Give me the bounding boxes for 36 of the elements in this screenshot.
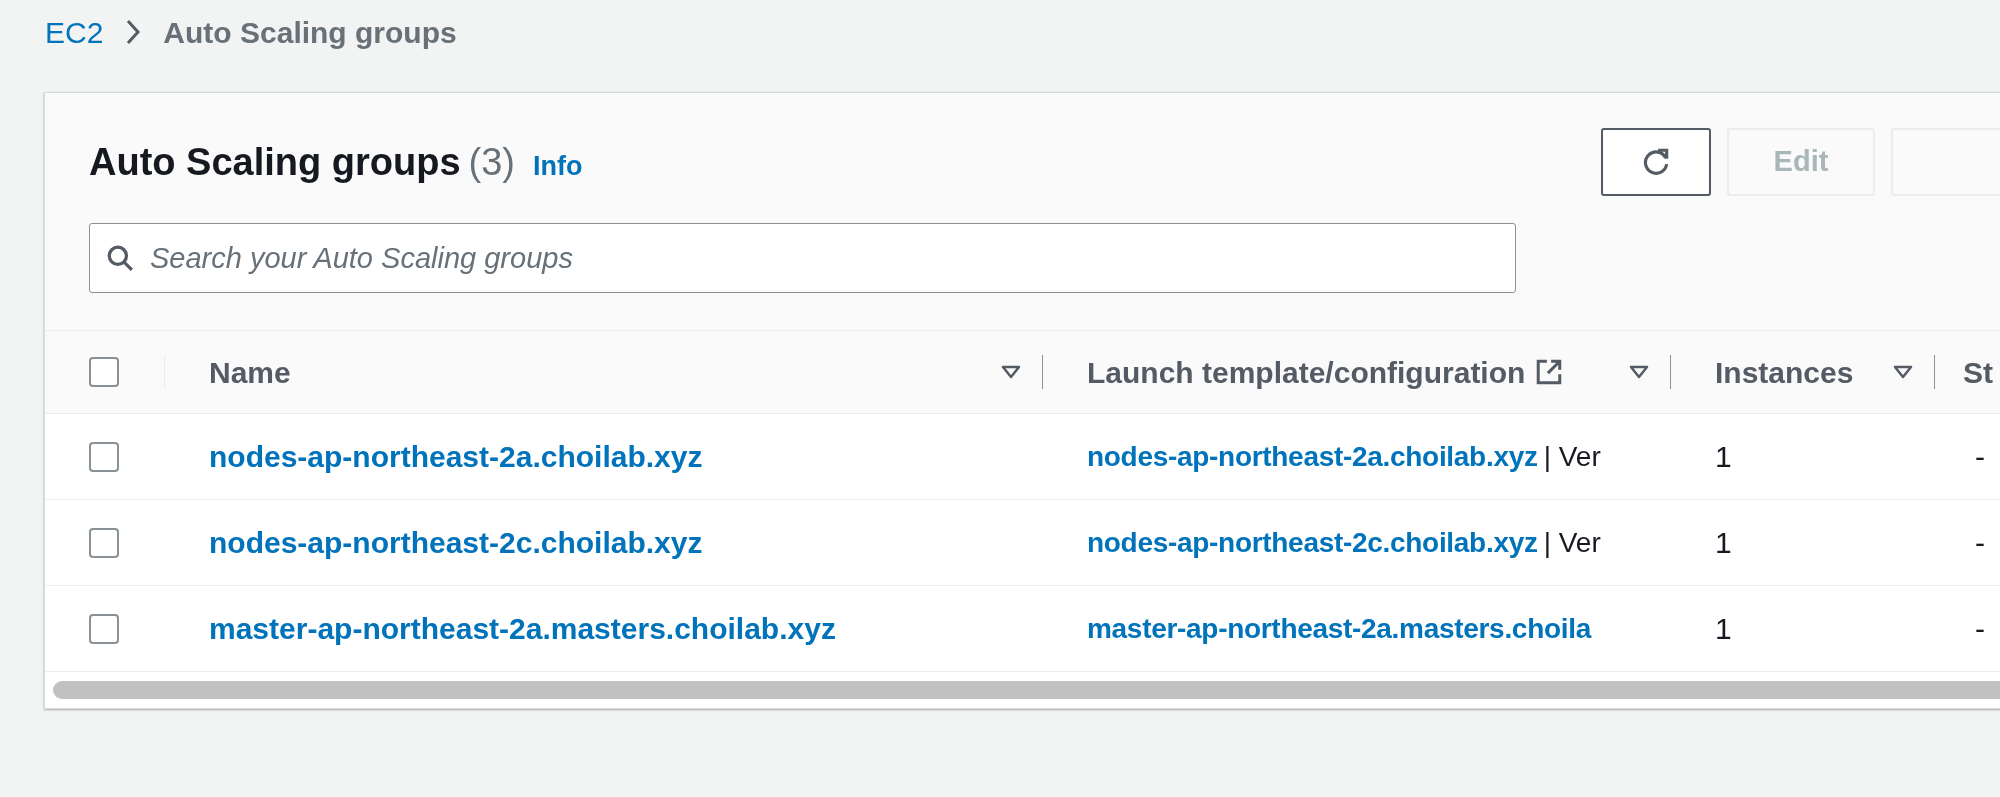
search-icon (106, 244, 134, 272)
table-cell: - (1975, 612, 1985, 645)
table-cell: - (1975, 440, 1985, 473)
checkbox[interactable] (89, 613, 119, 644)
checkbox[interactable] (89, 357, 119, 387)
breadcrumb-current: Auto Scaling groups (163, 14, 457, 51)
column-header[interactable]: Name (209, 349, 291, 395)
external-link-icon (1535, 358, 1564, 386)
horizontal-scrollbar[interactable] (53, 681, 2000, 699)
checkbox[interactable] (89, 527, 119, 558)
instances-count: 1 (1715, 440, 1732, 473)
group-name-link[interactable]: nodes-ap-northeast-2c.choilab.xyz (209, 526, 703, 559)
group-name-link[interactable]: nodes-ap-northeast-2a.choilab.xyz (209, 440, 703, 473)
info-link[interactable]: Info (533, 145, 583, 186)
sort-triangle-icon[interactable] (1892, 364, 1914, 380)
table-cell: - (1975, 526, 1985, 559)
column-header[interactable]: St (1963, 349, 1993, 395)
sort-triangle-icon[interactable] (1000, 364, 1022, 380)
checkbox[interactable] (89, 441, 119, 472)
launch-template-link[interactable]: nodes-ap-northeast-2a.choilab.xyz (1087, 435, 1538, 478)
refresh-button[interactable] (1601, 128, 1711, 196)
instances-count: 1 (1715, 612, 1732, 645)
instances-count: 1 (1715, 526, 1732, 559)
breadcrumb-link[interactable]: EC2 (45, 9, 104, 55)
version-text: | Ver (1543, 525, 1601, 560)
column-header[interactable]: Instances (1715, 349, 1854, 395)
column-header[interactable]: Launch template/configuration (1087, 349, 1526, 395)
chevron-right-icon (125, 18, 142, 46)
group-name-link[interactable]: master-ap-northeast-2a.masters.choilab.xyz (209, 612, 836, 645)
version-text: | Ver (1543, 439, 1601, 474)
launch-template-link[interactable]: nodes-ap-northeast-2c.choilab.xyz (1087, 521, 1538, 564)
panel-title: Auto Scaling groups (89, 139, 461, 185)
group-count: (3) (468, 139, 515, 185)
launch-template-link[interactable]: master-ap-northeast-2a.masters.choila (1087, 607, 1591, 650)
sort-triangle-icon[interactable] (1628, 364, 1650, 380)
search-field[interactable]: Search your Auto Scaling groups (89, 223, 1516, 293)
